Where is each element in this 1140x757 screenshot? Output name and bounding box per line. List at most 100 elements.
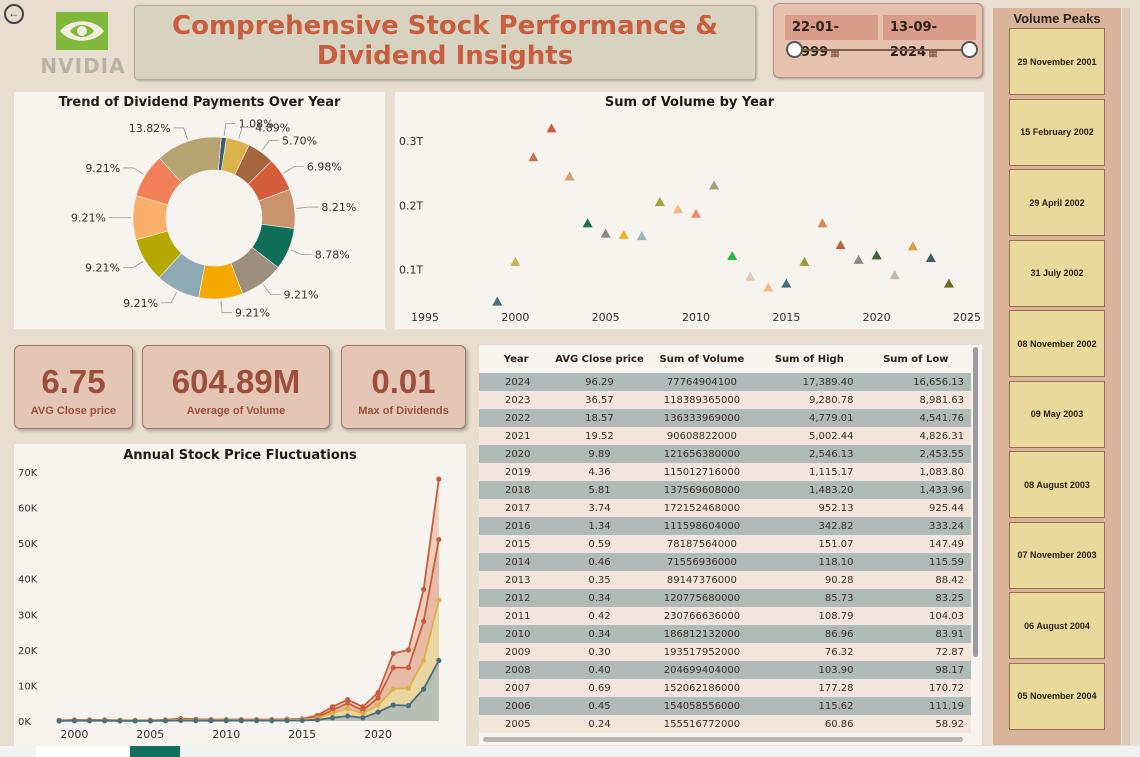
area-series-line[interactable] [59, 478, 440, 722]
area-point[interactable] [117, 718, 123, 724]
volume-peak-item[interactable]: 05 November 2004 [1009, 662, 1105, 730]
scatter-point[interactable] [727, 251, 738, 261]
column-header[interactable]: Year [479, 345, 553, 373]
scatter-point[interactable] [654, 197, 665, 207]
table-row[interactable]: 2015 0.59 78187564000 151.07 147.49 [479, 535, 971, 553]
scatter-point[interactable] [709, 180, 720, 190]
scatter-point[interactable] [546, 123, 557, 133]
table-row[interactable]: 2023 36.57 118389365000 9,280.78 8,981.63 [479, 391, 971, 409]
table-row[interactable]: 2018 5.81 137569608000 1,483.20 1,433.96 [479, 481, 971, 499]
start-slider-handle[interactable] [786, 41, 803, 58]
table-row[interactable]: 2020 9.89 121656380000 2,546.13 2,453.55 [479, 445, 971, 463]
page-tab-1[interactable] [36, 746, 130, 757]
scatter-point[interactable] [672, 204, 683, 214]
area-point[interactable] [390, 686, 396, 692]
area-point[interactable] [208, 718, 214, 724]
area-point[interactable] [253, 718, 260, 724]
area-point[interactable] [329, 710, 336, 716]
scatter-point[interactable] [582, 218, 593, 228]
area-point[interactable] [162, 718, 169, 724]
column-header[interactable]: AVG Close price [553, 345, 645, 373]
area-point[interactable] [329, 715, 336, 721]
area-point[interactable] [71, 718, 77, 724]
area-point[interactable] [132, 718, 138, 724]
volume-peak-item[interactable]: 07 November 2003 [1009, 521, 1105, 589]
page-scrollbar[interactable] [1122, 8, 1130, 745]
column-header[interactable]: Sum of Low [861, 345, 971, 373]
area-point[interactable] [421, 686, 427, 692]
table-row[interactable]: 2019 4.36 115012716000 1,115.17 1,083.80 [479, 463, 971, 481]
end-slider-handle[interactable] [961, 41, 978, 58]
area-point[interactable] [147, 718, 153, 724]
table-row[interactable]: 2008 0.40 204699404000 103.90 98.17 [479, 661, 971, 679]
area-point[interactable] [345, 713, 351, 719]
table-horizontal-scrollbar[interactable] [483, 737, 963, 742]
area-point[interactable] [421, 618, 427, 624]
volume-peak-item[interactable]: 09 May 2003 [1009, 380, 1105, 448]
scatter-point[interactable] [907, 241, 918, 251]
column-header[interactable]: Sum of Volume [646, 345, 758, 373]
area-point[interactable] [284, 717, 290, 724]
volume-peak-item[interactable]: 08 November 2002 [1009, 310, 1105, 377]
area-point[interactable] [345, 705, 351, 712]
area-point[interactable] [405, 647, 412, 653]
area-point[interactable] [421, 657, 427, 664]
volume-peak-item[interactable]: 29 April 2002 [1009, 169, 1105, 236]
volume-peak-item[interactable]: 31 July 2002 [1009, 239, 1105, 307]
scatter-point[interactable] [564, 171, 575, 181]
volume-peak-item[interactable]: 08 August 2003 [1009, 451, 1105, 518]
area-point[interactable] [436, 597, 442, 603]
area-point[interactable] [405, 703, 412, 709]
area-point[interactable] [102, 718, 108, 724]
scatter-point[interactable] [636, 231, 647, 241]
scatter-point[interactable] [889, 270, 900, 280]
area-point[interactable] [345, 700, 351, 706]
area-point[interactable] [56, 718, 62, 724]
scatter-point[interactable] [853, 254, 864, 264]
area-point[interactable] [360, 715, 366, 721]
area-point[interactable] [436, 536, 442, 543]
area-point[interactable] [436, 657, 442, 664]
area-point[interactable] [421, 586, 427, 592]
area-point[interactable] [390, 702, 396, 708]
table-row[interactable]: 2017 3.74 172152468000 952.13 925.44 [479, 499, 971, 517]
scatter-point[interactable] [763, 282, 774, 292]
scatter-point[interactable] [691, 208, 701, 218]
scatter-point[interactable] [817, 218, 828, 228]
scatter-point[interactable] [600, 228, 611, 238]
scatter-point[interactable] [528, 152, 539, 162]
area-point[interactable] [178, 717, 184, 724]
table-row[interactable]: 2014 0.46 71556936000 118.10 115.59 [479, 553, 971, 571]
area-point[interactable] [405, 665, 412, 671]
table-vertical-scrollbar[interactable] [973, 347, 978, 657]
scatter-point[interactable] [492, 296, 503, 306]
table-row[interactable]: 2013 0.35 89147376000 90.28 88.42 [479, 571, 971, 589]
table-row[interactable]: 2009 0.30 193517952000 76.32 72.87 [479, 643, 971, 661]
page-tab-2[interactable] [130, 746, 180, 757]
area-point[interactable] [405, 685, 412, 691]
scatter-point[interactable] [745, 271, 756, 281]
table-row[interactable]: 2016 1.34 111598604000 342.82 333.24 [479, 517, 971, 535]
scatter-point[interactable] [799, 256, 810, 266]
volume-peak-item[interactable]: 15 February 2002 [1009, 98, 1105, 166]
area-point[interactable] [86, 718, 93, 724]
table-row[interactable]: 2005 0.24 155516772000 60.86 58.92 [479, 715, 971, 733]
scatter-point[interactable] [943, 278, 954, 288]
table-row[interactable]: 2006 0.45 154058556000 115.62 111.19 [479, 697, 971, 715]
area-point[interactable] [238, 718, 245, 724]
area-point[interactable] [314, 717, 320, 723]
scatter-point[interactable] [871, 250, 882, 260]
volume-peak-item[interactable]: 06 August 2004 [1009, 592, 1105, 659]
area-point[interactable] [375, 695, 381, 701]
scatter-point[interactable] [835, 240, 846, 250]
area-point[interactable] [375, 709, 381, 715]
column-header[interactable]: Sum of High [758, 345, 860, 373]
scatter-point[interactable] [925, 252, 936, 262]
date-slider-track[interactable] [794, 49, 969, 51]
scatter-point[interactable] [781, 278, 792, 288]
start-date-field[interactable]: 22-01-1999 ▦ [785, 15, 878, 60]
volume-peak-item[interactable]: 29 November 2001 [1009, 28, 1105, 95]
area-point[interactable] [299, 717, 305, 724]
area-point[interactable] [193, 718, 199, 724]
table-row[interactable]: 2007 0.69 152062186000 177.28 170.72 [479, 679, 971, 697]
